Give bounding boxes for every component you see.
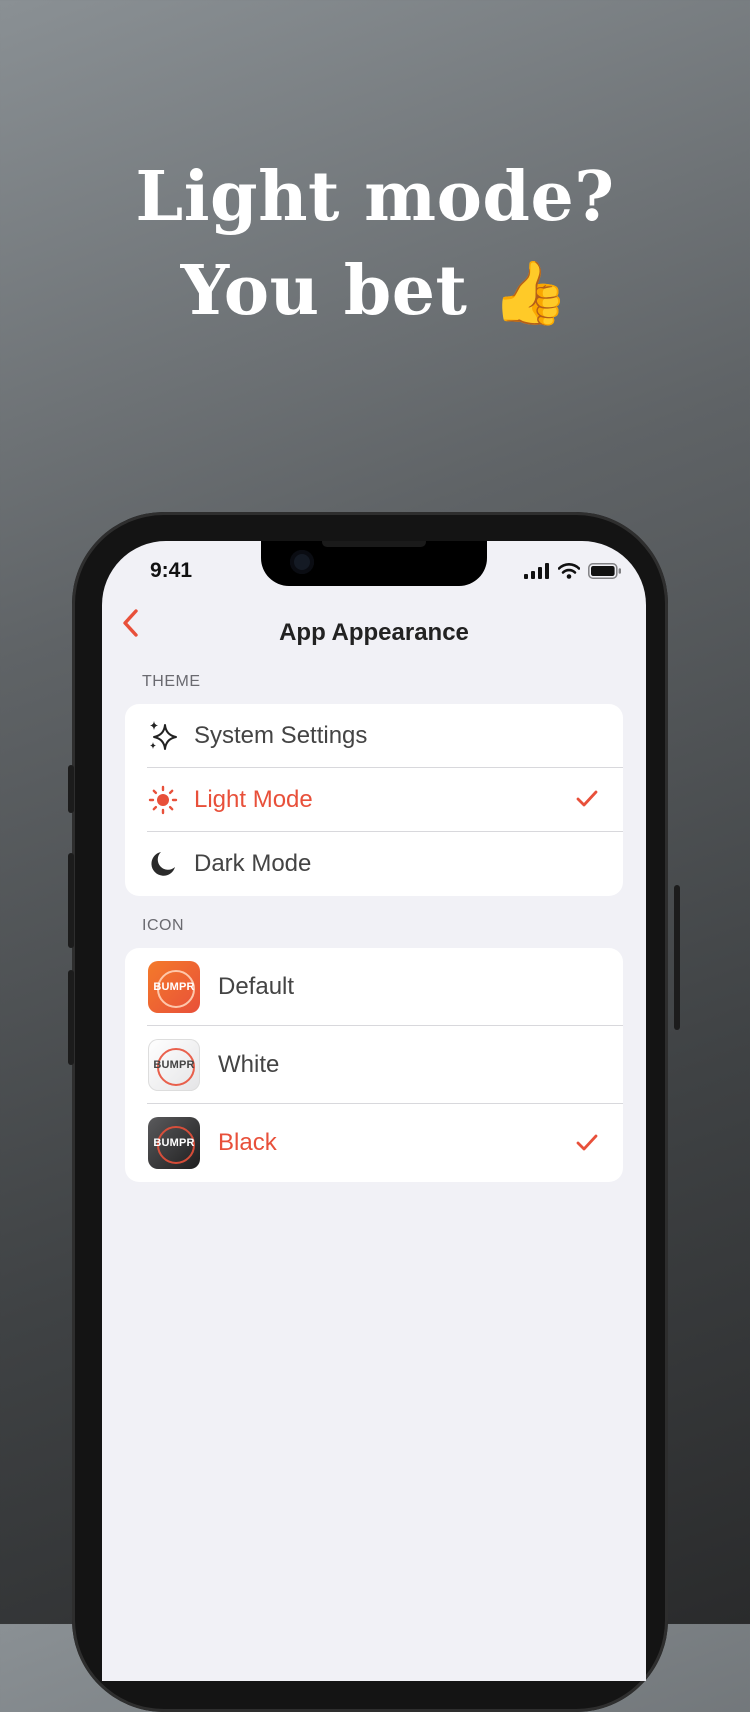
theme-option-dark-mode[interactable]: Dark Mode xyxy=(125,832,623,896)
checkmark-icon xyxy=(576,790,598,807)
status-icons xyxy=(524,563,622,579)
bumpr-black-app-icon: BUMPR xyxy=(148,1117,200,1169)
headline-line-2: You bet 👍 xyxy=(0,244,750,340)
app-icon-option-black[interactable]: BUMPR Black xyxy=(125,1104,623,1182)
earpiece-speaker xyxy=(322,541,426,547)
battery-icon xyxy=(588,563,621,579)
checkmark-icon xyxy=(576,1134,598,1151)
app-icon-option-label: White xyxy=(218,1051,280,1078)
cellular-signal-icon xyxy=(524,563,549,579)
wifi-icon xyxy=(558,563,580,579)
phone-screen: 9:41 App Appearance THEME System Setting… xyxy=(102,541,646,1681)
app-icon-list: BUMPR Default BUMPR White BUMPR Black xyxy=(125,948,623,1182)
phone-volume-up-button xyxy=(68,853,74,948)
page-title: App Appearance xyxy=(279,619,469,646)
moon-icon xyxy=(151,852,175,876)
theme-option-light-mode[interactable]: Light Mode xyxy=(125,768,623,832)
thumbs-up-icon: 👍 xyxy=(491,256,570,329)
app-icon-option-label: Default xyxy=(218,973,295,1000)
headline-line-1: Light mode? xyxy=(135,157,615,237)
front-camera xyxy=(290,550,314,574)
theme-option-label: Light Mode xyxy=(194,786,313,813)
phone-power-button xyxy=(674,885,680,1030)
bumpr-white-app-icon: BUMPR xyxy=(148,1039,200,1091)
sun-icon xyxy=(148,785,178,815)
phone-volume-down-button xyxy=(68,970,74,1065)
icon-section-label: ICON xyxy=(142,917,184,934)
app-icon-option-label: Black xyxy=(218,1129,277,1156)
status-time: 9:41 xyxy=(150,559,193,582)
phone-side-button xyxy=(68,765,74,813)
theme-option-label: System Settings xyxy=(194,722,368,749)
app-icon-option-white[interactable]: BUMPR White xyxy=(125,1026,623,1104)
app-icon-option-default[interactable]: BUMPR Default xyxy=(125,948,623,1026)
theme-list: System Settings Light Mode Dark Mode xyxy=(125,704,623,896)
theme-section-label: THEME xyxy=(142,673,201,690)
theme-option-label: Dark Mode xyxy=(194,850,312,877)
promo-headline: Light mode? You bet 👍 xyxy=(0,150,750,340)
theme-option-system-settings[interactable]: System Settings xyxy=(125,704,623,768)
sparkles-icon xyxy=(150,721,177,750)
bumpr-default-app-icon: BUMPR xyxy=(148,961,200,1013)
headline-line-2-text: You bet xyxy=(180,251,468,331)
